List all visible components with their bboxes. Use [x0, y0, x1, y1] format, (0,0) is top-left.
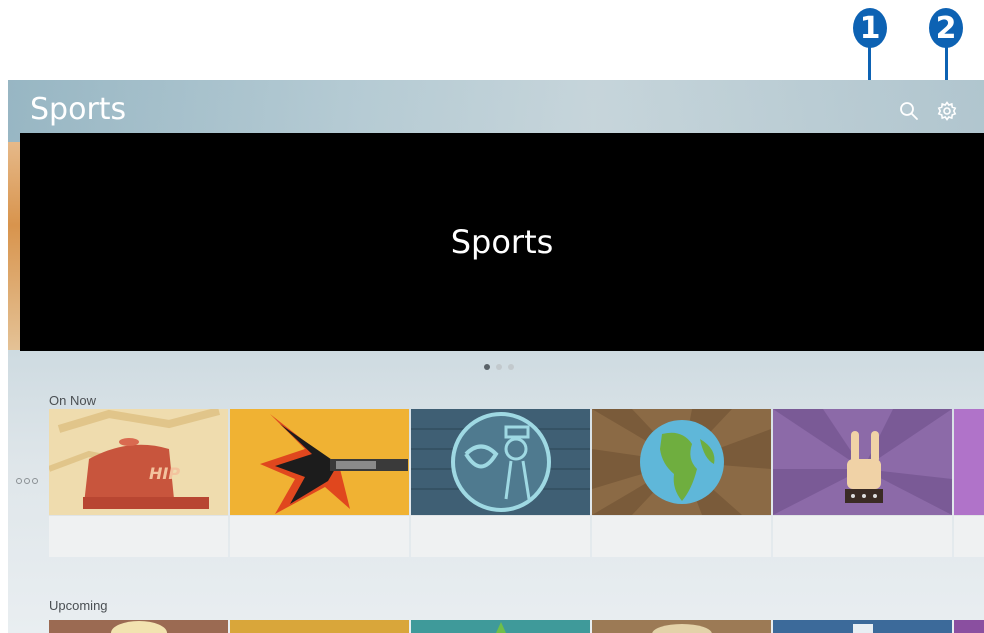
- card-thumbnail: [230, 620, 409, 633]
- card-thumbnail: [954, 409, 984, 515]
- content-card[interactable]: [230, 409, 409, 557]
- page-dot-2[interactable]: [496, 364, 502, 370]
- content-card-partial[interactable]: [954, 620, 984, 633]
- card-thumbnail: HIP: [49, 409, 228, 515]
- hero-banner[interactable]: Sports: [20, 133, 984, 351]
- card-meta: [954, 515, 984, 557]
- content-card[interactable]: [773, 409, 952, 557]
- section-label-upcoming: Upcoming: [49, 598, 108, 613]
- content-card[interactable]: [773, 620, 952, 633]
- content-card[interactable]: [592, 620, 771, 633]
- card-meta: [773, 515, 952, 557]
- upcoming-row: [49, 620, 984, 633]
- on-now-row: HIP: [49, 409, 984, 557]
- search-icon[interactable]: [898, 100, 920, 122]
- callout-marker-2: 2: [929, 8, 963, 48]
- content-card[interactable]: [230, 620, 409, 633]
- content-card[interactable]: [592, 409, 771, 557]
- card-thumbnail: [592, 409, 771, 515]
- card-thumbnail: [592, 620, 771, 633]
- card-thumbnail: [230, 409, 409, 515]
- previous-banner-peek[interactable]: [8, 142, 20, 350]
- svg-text:HIP: HIP: [149, 464, 180, 483]
- tv-screen: Sports Sports On Now HIP Upcoming: [8, 80, 984, 633]
- section-label-on-now: On Now: [49, 393, 96, 408]
- page-dot-3[interactable]: [508, 364, 514, 370]
- card-thumbnail: [411, 620, 590, 633]
- content-card[interactable]: [411, 409, 590, 557]
- card-meta: [230, 515, 409, 557]
- more-options-icon[interactable]: [16, 478, 38, 484]
- gear-icon[interactable]: [936, 100, 958, 122]
- card-thumbnail: [49, 620, 228, 633]
- card-meta: [49, 515, 228, 557]
- content-card[interactable]: [411, 620, 590, 633]
- page-dot-1[interactable]: [484, 364, 490, 370]
- banner-page-indicator: [484, 364, 514, 370]
- card-thumbnail: [954, 620, 984, 633]
- content-card[interactable]: [49, 620, 228, 633]
- page-title: Sports: [30, 92, 127, 127]
- content-card[interactable]: HIP: [49, 409, 228, 557]
- hero-title: Sports: [450, 223, 554, 261]
- card-thumbnail: [773, 620, 952, 633]
- card-thumbnail: [773, 409, 952, 515]
- content-card-partial[interactable]: [954, 409, 984, 557]
- callout-marker-1: 1: [853, 8, 887, 48]
- card-meta: [411, 515, 590, 557]
- card-thumbnail: [411, 409, 590, 515]
- card-meta: [592, 515, 771, 557]
